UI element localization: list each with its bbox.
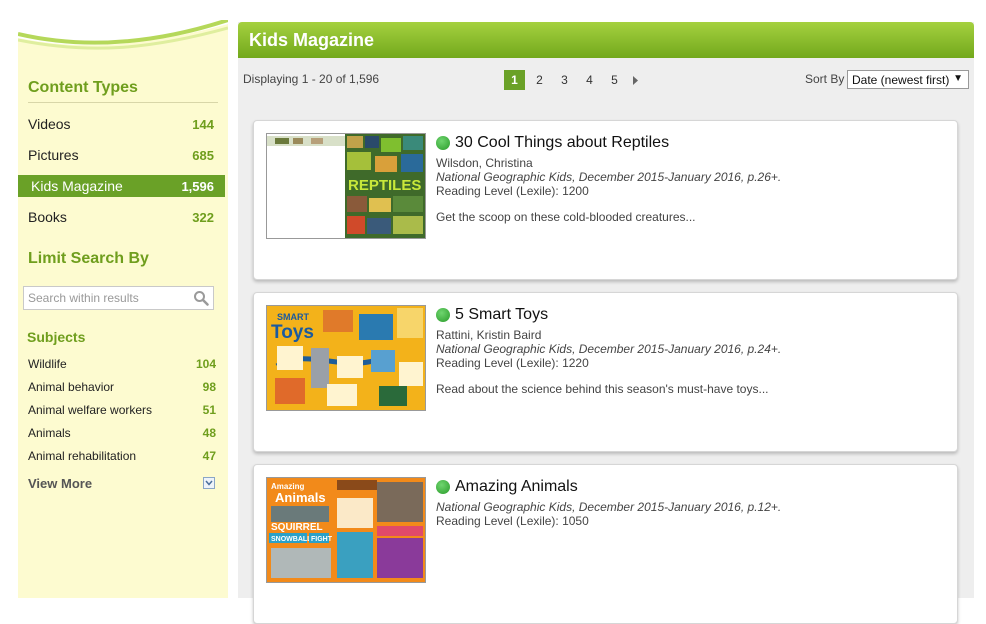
divider [28,102,218,103]
result-title: Amazing Animals [455,478,578,495]
result-info: 30 Cool Things about Reptiles Wilsdon, C… [436,133,936,224]
thumbnail-text: SNOWBALL [271,536,312,543]
result-title: 30 Cool Things about Reptiles [455,134,670,151]
subject-label: Animals [28,426,71,440]
page-4-button[interactable]: 4 [579,70,600,90]
result-title-link[interactable]: 30 Cool Things about Reptiles [436,133,936,153]
sidebar-swoosh-decoration [18,20,228,56]
content-type-kids-magazine[interactable]: Kids Magazine 1,596 [18,175,225,197]
result-author: Rattini, Kristin Baird [436,328,542,342]
sort-select[interactable]: Date (newest first) ▼ [847,70,969,89]
thumbnail-text: Toys [271,322,314,343]
subject-label: Animal rehabilitation [28,449,137,463]
page-3-button[interactable]: 3 [554,70,575,90]
results-panel: Kids Magazine Displaying 1 - 20 of 1,596… [238,22,974,624]
sort-by-label: Sort By [805,72,845,86]
result-card: SMART Toys 5 Smart Toys Rattini, Kristin… [253,292,958,452]
result-title: 5 Smart Toys [455,306,549,323]
content-type-count: 685 [192,147,214,163]
result-reading-level: Reading Level (Lexile): 1200 [436,184,589,198]
view-more-label: View More [28,475,93,491]
limit-search-title: Limit Search By [28,250,149,267]
subject-animal-behavior[interactable]: Animal behavior 98 [28,378,216,396]
sidebar: Content Types Videos 144 Pictures 685 Ki… [18,20,228,598]
thumbnail-text: SMART [277,312,309,322]
content-type-count: 1,596 [181,178,214,194]
content-type-count: 144 [192,116,214,132]
subject-count: 98 [202,380,216,394]
chevron-down-icon[interactable] [203,477,215,489]
thumbnail-text: SQUIRREL [271,522,323,533]
next-page-icon[interactable] [629,70,641,90]
thumbnail-text: REPTILES [348,177,421,194]
subject-count: 51 [202,403,216,417]
thumbnail-text: Animals [275,490,326,505]
result-source: National Geographic Kids, December 2015-… [436,170,782,184]
search-within-input[interactable] [24,287,184,309]
result-info: Amazing Animals National Geographic Kids… [436,477,936,528]
content-type-label: Videos [28,116,71,132]
content-type-pictures[interactable]: Pictures 685 [18,144,225,166]
result-title-link[interactable]: 5 Smart Toys [436,305,936,325]
result-description: Get the scoop on these cold-blooded crea… [436,210,696,224]
result-source: National Geographic Kids, December 2015-… [436,500,782,514]
result-card: REPTILES 30 Cool Things about Reptiles W… [253,120,958,280]
page-5-button[interactable]: 5 [604,70,625,90]
sort-select-value: Date (newest first) [852,72,950,87]
content-type-videos[interactable]: Videos 144 [18,113,225,135]
subject-label: Animal welfare workers [28,403,153,417]
subjects-title: Subjects [27,329,86,345]
amazing-animals-thumbnail[interactable]: Amazing Animals SQUIRREL SNOWBALL FIGHT [266,477,426,583]
content-type-label: Kids Magazine [31,178,123,194]
page-title: Kids Magazine [249,30,375,50]
content-type-count: 322 [192,209,214,225]
smart-toys-thumbnail[interactable]: SMART Toys [266,305,426,411]
thumbnail-text: FIGHT [311,536,333,543]
page-1-button[interactable]: 1 [504,70,525,90]
reptiles-thumbnail[interactable]: REPTILES [266,133,426,239]
content-type-label: Pictures [28,147,79,163]
results-count: Displaying 1 - 20 of 1,596 [243,72,380,86]
result-author: Wilsdon, Christina [436,156,533,170]
subject-animals[interactable]: Animals 48 [28,424,216,442]
subject-count: 47 [202,449,216,463]
search-within-box [23,286,214,310]
available-status-icon [436,480,450,494]
available-status-icon [436,308,450,322]
results-header: Kids Magazine [238,22,974,58]
result-description: Read about the science behind this seaso… [436,382,769,396]
page-2-button[interactable]: 2 [529,70,550,90]
result-title-link[interactable]: Amazing Animals [436,477,936,497]
result-card: Amazing Animals SQUIRREL SNOWBALL FIGHT [253,464,958,624]
content-type-books[interactable]: Books 322 [18,206,225,228]
pagination: 1 2 3 4 5 [504,70,641,90]
subject-animal-rehabilitation[interactable]: Animal rehabilitation 47 [28,447,216,465]
content-types-title: Content Types [28,79,138,96]
search-icon[interactable] [193,290,209,306]
result-reading-level: Reading Level (Lexile): 1050 [436,514,589,528]
available-status-icon [436,136,450,150]
subject-label: Animal behavior [28,380,115,394]
subject-animal-welfare-workers[interactable]: Animal welfare workers 51 [28,401,216,419]
subject-count: 48 [202,426,216,440]
subject-label: Wildlife [28,357,67,371]
dropdown-arrow-icon: ▼ [953,73,963,84]
result-info: 5 Smart Toys Rattini, Kristin Baird Nati… [436,305,936,396]
subject-wildlife[interactable]: Wildlife 104 [28,355,216,373]
content-type-label: Books [28,209,67,225]
result-reading-level: Reading Level (Lexile): 1220 [436,356,589,370]
result-source: National Geographic Kids, December 2015-… [436,342,782,356]
view-more-link[interactable]: View More [28,474,215,492]
subject-count: 104 [195,357,216,371]
